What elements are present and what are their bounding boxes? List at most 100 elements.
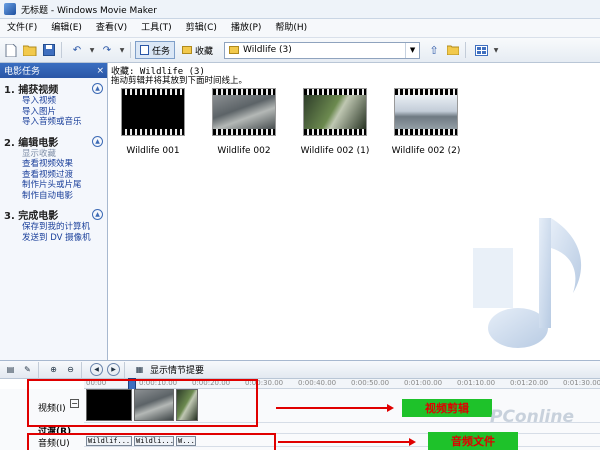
clip-item[interactable]: Wildlife 001 [113, 88, 193, 156]
task-link[interactable]: 导入图片 [0, 107, 107, 118]
collections-label: 收藏 [195, 46, 214, 57]
collections-folder-icon [182, 46, 193, 54]
show-storyboard-button[interactable]: 显示情节提要 [150, 363, 204, 376]
ruler-tick: 0:01:00.00 [404, 379, 443, 387]
undo-dropdown-icon[interactable]: ▼ [88, 42, 96, 58]
clip-item[interactable]: Wildlife 002 (2) [386, 88, 466, 156]
section-title: 1. 捕获视频 [4, 85, 59, 96]
menu-edit[interactable]: 编辑(E) [44, 19, 89, 38]
video-track-highlight-box [27, 379, 258, 427]
menu-tools[interactable]: 工具(T) [134, 19, 179, 38]
redo-dropdown-icon[interactable]: ▼ [118, 42, 126, 58]
menu-clip[interactable]: 剪辑(C) [179, 19, 224, 38]
task-link[interactable]: 制作自动电影 [0, 191, 107, 202]
window-title: 无标题 - Windows Movie Maker [21, 5, 157, 16]
collection-content-pane: 收藏: Wildlife (3) 拖动剪辑并将其放到下面时间线上。 Wildli… [108, 63, 600, 360]
zoom-out-icon[interactable]: ⊖ [64, 363, 77, 376]
collapse-icon[interactable]: ▲ [92, 135, 103, 147]
section-header[interactable]: 1. 捕获视频 ▲ [0, 81, 107, 96]
clip-thumbnail [303, 88, 367, 136]
open-folder-icon[interactable] [22, 42, 38, 58]
clip-item[interactable]: Wildlife 002 [204, 88, 284, 156]
tasks-icon [140, 45, 149, 55]
arrow-line [278, 441, 411, 443]
toolbar-divider [38, 361, 39, 378]
timeline-toolbar: ▤ ✎ ⊕ ⊖ ◀ ▶ ▦ 显示情节提要 [0, 360, 600, 379]
toolbar-divider [124, 361, 125, 378]
task-link[interactable]: 导入视频 [0, 96, 107, 107]
chevron-down-icon[interactable]: ▼ [405, 42, 419, 58]
toolbar: ↶ ▼ ↷ ▼ 任务 收藏 Wildlife (3) ▼ ⇧ ▼ [0, 38, 600, 63]
toolbar-divider [465, 42, 467, 58]
audio-track-highlight-box [27, 433, 276, 450]
task-link[interactable]: 发送到 DV 摄像机 [0, 233, 107, 244]
clip-thumbnail [121, 88, 185, 136]
save-icon[interactable] [41, 42, 57, 58]
clip-name: Wildlife 002 (1) [300, 146, 370, 156]
set-audio-levels-icon[interactable]: ▤ [4, 363, 17, 376]
section-title: 3. 完成电影 [4, 211, 59, 222]
play-icon[interactable]: ▶ [107, 363, 120, 376]
undo-icon[interactable]: ↶ [69, 42, 85, 58]
task-link[interactable]: 制作片头或片尾 [0, 180, 107, 191]
toolbar-divider [130, 42, 131, 58]
ruler-tick: 0:00:50.00 [351, 379, 390, 387]
views-dropdown-icon[interactable]: ▼ [492, 42, 500, 58]
audio-file-tag: 音频文件 [428, 432, 518, 450]
redo-icon[interactable]: ↷ [99, 42, 115, 58]
menu-file[interactable]: 文件(F) [0, 19, 44, 38]
task-section-capture: 1. 捕获视频 ▲ 导入视频 导入图片 导入音频或音乐 [0, 81, 107, 128]
menu-view[interactable]: 查看(V) [89, 19, 134, 38]
clip-name: Wildlife 001 [126, 146, 180, 156]
collections-button[interactable]: 收藏 [177, 41, 218, 59]
arrow-right-icon [409, 438, 416, 446]
task-link[interactable]: 导入音频或音乐 [0, 117, 107, 128]
new-collection-icon[interactable] [445, 42, 461, 58]
video-edit-tag: 视频剪辑 [402, 399, 492, 417]
ruler-tick: 0:01:20.00 [510, 379, 549, 387]
collapse-icon[interactable]: ▲ [92, 209, 103, 220]
views-icon[interactable] [473, 42, 489, 58]
tasks-pane-header: 电影任务 × [0, 63, 107, 78]
clip-item[interactable]: Wildlife 002 (1) [295, 88, 375, 156]
arrow-line [276, 407, 389, 409]
collection-value: Wildlife (3) [243, 45, 292, 55]
task-link[interactable]: 保存到我的计算机 [0, 222, 107, 233]
rewind-icon[interactable]: ◀ [90, 363, 103, 376]
title-bar: 无标题 - Windows Movie Maker [0, 0, 600, 19]
collapse-icon[interactable]: ▲ [92, 83, 103, 94]
clip-name: Wildlife 002 (2) [391, 146, 461, 156]
task-link[interactable]: 查看视频效果 [0, 159, 107, 170]
collection-hint: 拖动剪辑并将其放到下面时间线上。 [111, 76, 248, 86]
menu-play[interactable]: 播放(P) [224, 19, 268, 38]
task-link-disabled: 显示收藏 [22, 148, 57, 159]
up-level-icon[interactable]: ⇧ [426, 42, 442, 58]
movie-tasks-pane: 电影任务 × 1. 捕获视频 ▲ 导入视频 导入图片 导入音频或音乐 2. 编辑… [0, 63, 108, 360]
clip-thumbnail [394, 88, 458, 136]
new-project-icon[interactable] [3, 42, 19, 58]
app-icon [4, 3, 16, 15]
section-header[interactable]: 3. 完成电影 ▲ [0, 207, 107, 222]
music-note-watermark-icon [473, 218, 582, 348]
movie-maker-window: 无标题 - Windows Movie Maker 文件(F) 编辑(E) 查看… [0, 0, 600, 450]
storyboard-icon[interactable]: ▦ [133, 363, 146, 376]
task-section-finish: 3. 完成电影 ▲ 保存到我的计算机 发送到 DV 摄像机 [0, 207, 107, 243]
section-header[interactable]: 2. 编辑电影 ▲ [0, 134, 107, 149]
collection-dropdown[interactable]: Wildlife (3) ▼ [224, 41, 421, 59]
toolbar-divider [81, 361, 82, 378]
ruler-tick: 0:00:40.00 [298, 379, 337, 387]
clip-thumbnail [212, 88, 276, 136]
task-link[interactable]: 查看视频过渡 [0, 170, 107, 181]
section-title: 2. 编辑电影 [4, 137, 59, 149]
clip-name: Wildlife 002 [217, 146, 271, 156]
tasks-button[interactable]: 任务 [135, 41, 176, 59]
menu-help[interactable]: 帮助(H) [268, 19, 314, 38]
zoom-in-icon[interactable]: ⊕ [47, 363, 60, 376]
tasks-label: 任务 [152, 46, 171, 57]
toolbar-divider [61, 42, 62, 58]
menu-bar: 文件(F) 编辑(E) 查看(V) 工具(T) 剪辑(C) 播放(P) 帮助(H… [0, 19, 600, 38]
ruler-tick: 0:01:30.00 [563, 379, 600, 387]
close-icon[interactable]: × [96, 66, 104, 76]
narrate-icon[interactable]: ✎ [21, 363, 34, 376]
ruler-tick: 0:01:10.00 [457, 379, 496, 387]
